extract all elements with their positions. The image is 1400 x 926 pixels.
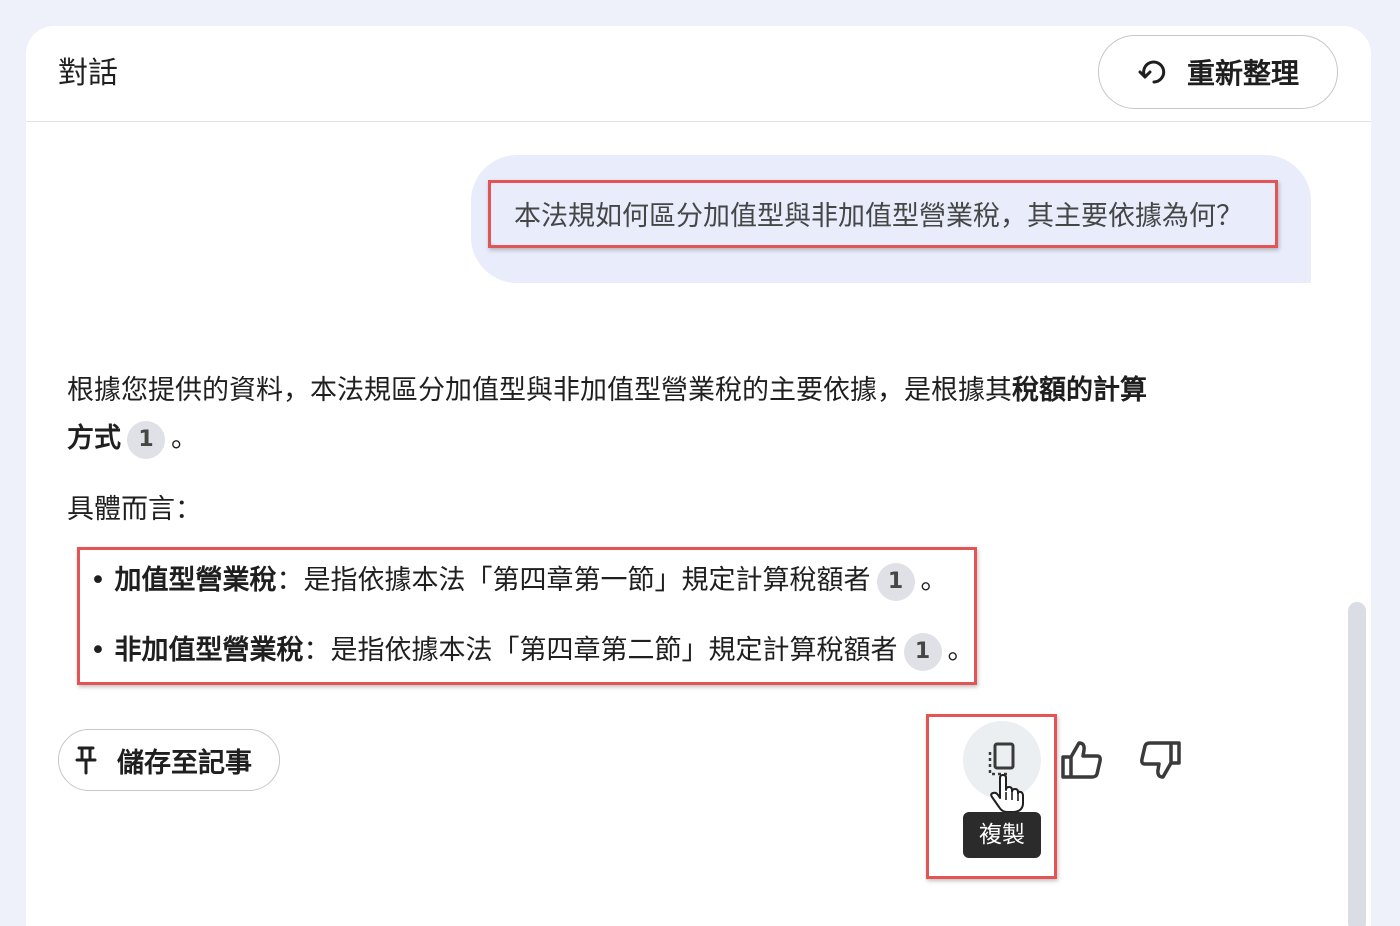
citation-badge[interactable]: 1: [903, 632, 942, 671]
bullet-end: 。: [947, 635, 975, 666]
bullet-item: • 加值型營業稅：是指依據本法「第四章第一節」規定計算稅額者 1。: [90, 561, 948, 601]
chat-panel: 對話 重新整理 本法規如何區分加值型與非加值型營業稅，其主要依據為何？ 根據您提…: [26, 26, 1371, 926]
thumbs-down-button[interactable]: [1121, 721, 1199, 799]
answer-intro-line1: 根據您提供的資料，本法規區分加值型與非加值型營業稅的主要依據，是根據其稅額的計算: [67, 371, 1147, 411]
answer-specific-label: 具體而言：: [67, 494, 202, 525]
save-to-notes-button[interactable]: 儲存至記事: [58, 729, 280, 791]
bullet-desc: ：是指依據本法「第四章第二節」規定計算稅額者: [303, 635, 898, 666]
bullet-term: 非加值型營業稅: [114, 635, 304, 666]
bullet-item: • 非加值型營業稅：是指依據本法「第四章第二節」規定計算稅額者 1。: [90, 631, 975, 671]
bullet-end: 。: [920, 565, 948, 596]
thumbs-up-button[interactable]: [1043, 721, 1121, 799]
pin-icon: [75, 746, 97, 775]
user-message-text: 本法規如何區分加值型與非加值型營業稅，其主要依據為何？: [514, 201, 1243, 232]
save-button-label: 儲存至記事: [117, 747, 252, 779]
page-title: 對話: [58, 56, 118, 91]
highlight-copy: [926, 714, 1057, 879]
refresh-icon: [1138, 60, 1166, 84]
answer-intro-line2: 方式 1。: [67, 419, 198, 459]
bullet-term: 加值型營業稅: [114, 565, 277, 596]
answer-intro-end: 。: [171, 423, 198, 454]
scrollbar[interactable]: [1348, 602, 1366, 926]
citation-badge[interactable]: 1: [127, 420, 165, 459]
citation-badge[interactable]: 1: [876, 562, 915, 601]
refresh-button-label: 重新整理: [1186, 57, 1299, 90]
bullet-desc: ：是指依據本法「第四章第一節」規定計算稅額者: [276, 565, 871, 596]
answer-intro-text: 根據您提供的資料，本法規區分加值型與非加值型營業稅的主要依據，是根據其: [67, 375, 1012, 406]
thumbs-up-icon: [1061, 741, 1102, 779]
thumbs-down-icon: [1140, 741, 1181, 779]
bullet-dot: •: [90, 565, 115, 596]
bullet-dot: •: [90, 635, 115, 666]
answer-intro-bold: 稅額的計算: [1012, 375, 1147, 406]
answer-intro-bold-cont: 方式: [67, 423, 121, 454]
refresh-button[interactable]: 重新整理: [1098, 35, 1338, 109]
chat-header: 對話 重新整理: [26, 26, 1371, 122]
